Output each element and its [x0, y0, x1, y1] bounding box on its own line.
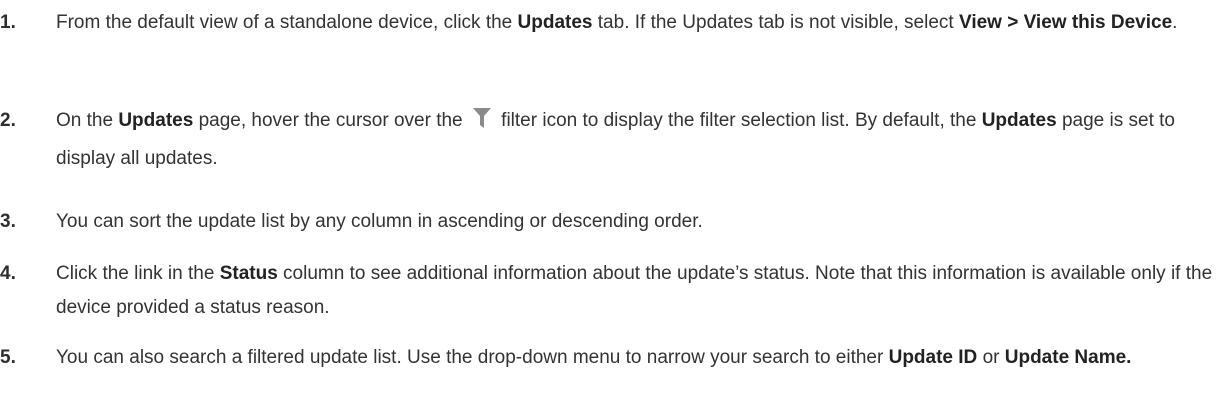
step-text: From the default view of a standalone de… [56, 6, 1216, 40]
filter-funnel-icon [472, 106, 492, 142]
ui-term-status: Status [219, 263, 278, 284]
ui-term-update-id: Update ID [888, 347, 978, 368]
text-run: tab. If the Updates tab is not visible, … [592, 12, 959, 33]
text-run: . [1172, 12, 1178, 33]
step-text: You can sort the update list by any colu… [56, 205, 1216, 239]
ui-term-updates: Updates [981, 110, 1057, 131]
text-run: From the default view of a standalone de… [56, 12, 518, 33]
ui-term-update-name: Update Name. [1004, 347, 1132, 368]
ui-term-view-menu-path: View > View this Device [958, 12, 1173, 33]
text-run: Click the link in the [56, 263, 220, 284]
step-text: On the Updates page, hover the cursor ov… [56, 104, 1216, 176]
text-run: filter icon to display the filter select… [495, 110, 982, 131]
step-number: 5. [0, 347, 16, 368]
text-run: You can also search a filtered update li… [56, 347, 889, 368]
step-number: 1. [0, 12, 16, 33]
text-run: or [977, 347, 1005, 368]
text-run: On the [56, 110, 119, 131]
step-text: You can also search a filtered update li… [56, 341, 1216, 375]
step-number: 4. [0, 263, 16, 284]
step-number: 3. [0, 211, 16, 232]
step-number: 2. [0, 110, 16, 131]
ui-term-updates: Updates [118, 110, 194, 131]
text-run: page, hover the cursor over the [193, 110, 468, 131]
text-run: You can sort the update list by any colu… [56, 211, 703, 232]
step-text: Click the link in the Status column to s… [56, 257, 1216, 325]
ui-term-updates: Updates [517, 12, 593, 33]
